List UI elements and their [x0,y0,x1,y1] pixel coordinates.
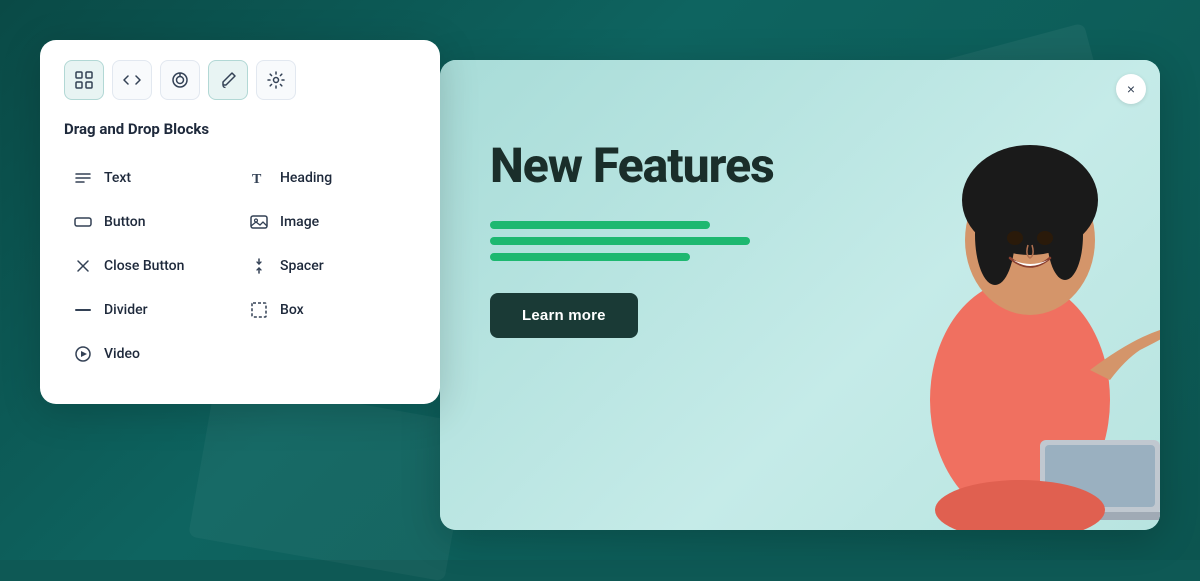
toolbar-settings-btn[interactable] [256,60,296,100]
text-icon [72,167,94,189]
close-button-icon [72,255,94,277]
block-text-label: Text [104,170,131,186]
spacer-icon [248,255,270,277]
block-item-button[interactable]: Button [64,200,240,244]
block-item-image[interactable]: Image [240,200,416,244]
block-divider-label: Divider [104,302,148,318]
preview-close-button[interactable]: × [1116,74,1146,104]
preview-line-1 [490,221,710,229]
preview-line-3 [490,253,690,261]
panel-title: Drag and Drop Blocks [64,120,416,138]
preview-text-area: New Features Learn more [490,140,774,338]
preview-card: × New Features Learn more [440,60,1160,530]
block-item-spacer[interactable]: Spacer [240,244,416,288]
preview-heading: New Features [490,140,774,193]
preview-lines [490,221,774,261]
block-item-close-button[interactable]: Close Button [64,244,240,288]
block-video-label: Video [104,346,140,362]
svg-text:T: T [252,172,262,187]
block-item-text[interactable]: Text [64,156,240,200]
close-x-icon: × [1127,81,1135,97]
button-icon [72,211,94,233]
image-icon [248,211,270,233]
blocks-panel: Drag and Drop Blocks Text T Heading [40,40,440,404]
preview-content: × New Features Learn more [440,60,1160,530]
blocks-grid: Text T Heading Button [64,156,416,376]
block-button-label: Button [104,214,146,230]
block-item-box[interactable]: Box [240,288,416,332]
learn-more-button[interactable]: Learn more [490,293,638,338]
toolbar-layers-btn[interactable] [160,60,200,100]
box-icon [248,299,270,321]
block-spacer-label: Spacer [280,258,324,274]
block-item-divider[interactable]: Divider [64,288,240,332]
block-item-heading[interactable]: T Heading [240,156,416,200]
heading-icon: T [248,167,270,189]
block-box-label: Box [280,302,304,318]
woman-figure [820,80,1160,530]
divider-icon [72,299,94,321]
preview-line-2 [490,237,750,245]
toolbar-grid-btn[interactable] [64,60,104,100]
toolbar-code-btn[interactable] [112,60,152,100]
block-image-label: Image [280,214,319,230]
toolbar-brush-btn[interactable] [208,60,248,100]
block-close-button-label: Close Button [104,258,184,274]
block-item-video[interactable]: Video [64,332,240,376]
video-icon [72,343,94,365]
panel-toolbar [64,60,416,100]
block-heading-label: Heading [280,170,332,186]
